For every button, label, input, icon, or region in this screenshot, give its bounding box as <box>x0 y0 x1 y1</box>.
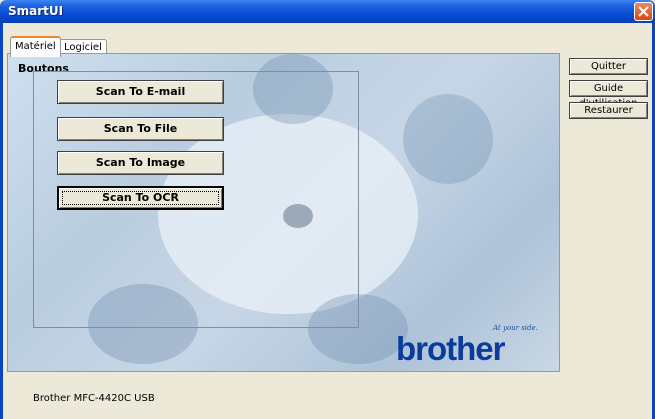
scan-to-file-button[interactable]: Scan To File <box>57 117 224 141</box>
close-button[interactable] <box>634 2 653 21</box>
scan-to-image-button[interactable]: Scan To Image <box>57 151 224 175</box>
focus-ring <box>62 191 219 205</box>
close-icon <box>638 6 649 17</box>
restaurer-button[interactable]: Restaurer <box>569 102 648 119</box>
window-border-left <box>0 23 3 419</box>
device-status: Brother MFC-4420C USB <box>33 393 155 404</box>
title-bar[interactable]: SmartUI <box>0 0 655 23</box>
tab-materiel[interactable]: Matériel <box>10 36 61 57</box>
scan-to-email-button[interactable]: Scan To E-mail <box>57 80 224 104</box>
background-person-shape <box>403 94 493 184</box>
quitter-button[interactable]: Quitter <box>569 58 648 75</box>
brother-logo: brother <box>396 330 505 368</box>
window-title: SmartUI <box>8 4 64 18</box>
scan-to-ocr-button[interactable]: Scan To OCR <box>57 186 224 210</box>
guide-utilisation-button[interactable]: Guide d'utilisation <box>569 80 648 109</box>
brand-wordmark: brother <box>396 330 505 367</box>
